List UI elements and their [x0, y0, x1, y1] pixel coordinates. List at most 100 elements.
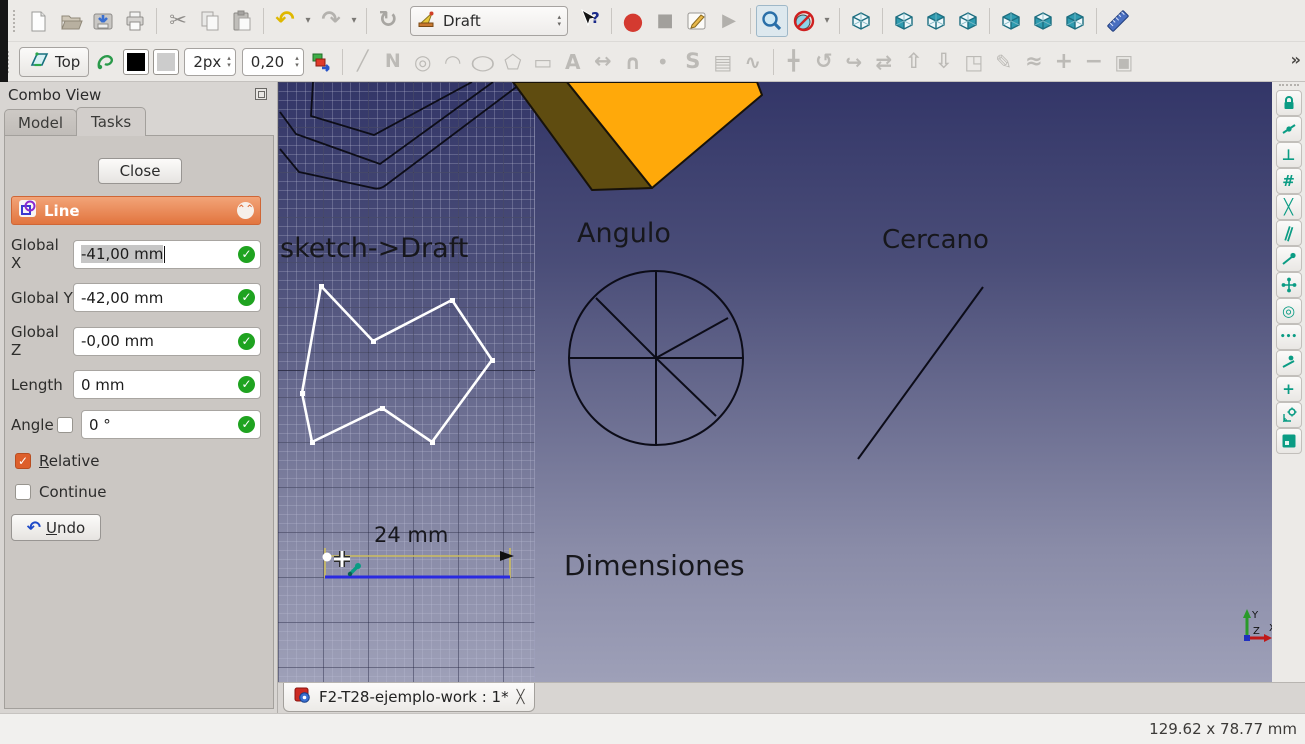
draft-text-icon[interactable]: A: [558, 47, 588, 77]
float-panel-icon[interactable]: [255, 88, 267, 100]
draft-delete-point-icon[interactable]: −: [1079, 47, 1109, 77]
cut-icon[interactable]: ✂: [162, 5, 194, 37]
draft-offset-icon[interactable]: ↪: [839, 47, 869, 77]
new-file-icon[interactable]: [23, 5, 55, 37]
draft-line-icon[interactable]: ╱: [348, 47, 378, 77]
draft-edit-icon[interactable]: ✎: [989, 47, 1019, 77]
line-task-header[interactable]: Line ⌃⌃: [11, 196, 261, 225]
angle-lock-checkbox[interactable]: [57, 416, 73, 433]
face-color-swatch[interactable]: [153, 48, 180, 75]
snap-extension-icon[interactable]: •••: [1275, 324, 1302, 350]
draft-rotate-icon[interactable]: ↺: [809, 47, 839, 77]
toolbar-overflow-button[interactable]: »: [1291, 50, 1301, 69]
draft-move-icon[interactable]: ╋: [779, 47, 809, 77]
dropdown-arrow-icon[interactable]: ▾: [820, 15, 834, 26]
construction-mode-icon[interactable]: [91, 47, 121, 77]
draft-scale-icon[interactable]: ◳: [959, 47, 989, 77]
toolbar-handle[interactable]: [13, 9, 20, 32]
print-icon[interactable]: [119, 5, 151, 37]
snap-ortho-icon[interactable]: +: [1275, 376, 1302, 402]
snap-endpoint-icon[interactable]: [1275, 246, 1302, 272]
view-right-icon[interactable]: [952, 5, 984, 37]
view-top-icon[interactable]: [920, 5, 952, 37]
draft-add-point-icon[interactable]: +: [1049, 47, 1079, 77]
collapse-task-icon[interactable]: ⌃⌃: [237, 202, 254, 219]
global-z-input[interactable]: -0,00 mm ✓: [73, 326, 261, 356]
save-icon[interactable]: [87, 5, 119, 37]
autogroup-icon[interactable]: [307, 47, 337, 77]
snap-intersection-icon[interactable]: ╳: [1275, 194, 1302, 220]
view-rear-icon[interactable]: [995, 5, 1027, 37]
document-tab[interactable]: F2-T28-ejemplo-work : 1* ╳: [283, 683, 536, 712]
angle-input[interactable]: 0 ° ✓: [81, 410, 261, 439]
continue-checkbox[interactable]: [15, 484, 31, 500]
paste-icon[interactable]: [226, 5, 258, 37]
dropdown-arrow-icon[interactable]: ▾: [347, 15, 361, 26]
global-x-input[interactable]: -41,00 mm ✓: [73, 239, 261, 269]
line-task-title: Line: [44, 201, 80, 220]
draft-circle-icon[interactable]: ◎: [408, 47, 438, 77]
draft-wire-to-bspline-icon[interactable]: ≈: [1019, 47, 1049, 77]
tab-model[interactable]: Model: [4, 109, 78, 136]
workbench-selector[interactable]: Draft ▴ ▾: [410, 5, 568, 36]
view-front-icon[interactable]: [888, 5, 920, 37]
snap-midpoint-icon[interactable]: [1275, 116, 1302, 142]
snap-special-icon[interactable]: [1275, 272, 1302, 298]
snap-parallel-icon[interactable]: ∥: [1275, 220, 1302, 246]
undo-button[interactable]: ↶ Undo: [11, 514, 101, 541]
open-file-icon[interactable]: [55, 5, 87, 37]
snap-dimensions-icon[interactable]: [1275, 402, 1302, 428]
dropdown-arrow-icon[interactable]: ▾: [301, 15, 315, 26]
redo-icon[interactable]: ↷: [315, 5, 347, 37]
draft-facebinder-icon[interactable]: ▤: [708, 47, 738, 77]
draft-dimension-icon[interactable]: ↔: [588, 47, 618, 77]
macro-record-icon[interactable]: ●: [617, 5, 649, 37]
draft-ellipse-icon[interactable]: ○: [468, 47, 498, 77]
zoom-fit-icon[interactable]: [756, 4, 788, 37]
length-input[interactable]: 0 mm ✓: [73, 370, 261, 399]
snap-center-icon[interactable]: ◎: [1275, 298, 1302, 324]
dimension-preview: [322, 548, 514, 579]
draft-polygon-icon[interactable]: ⬠: [498, 47, 528, 77]
close-task-button[interactable]: Close: [98, 158, 182, 184]
draft-bspline-icon[interactable]: ∩: [618, 47, 648, 77]
refresh-icon[interactable]: ↻: [372, 5, 404, 37]
view-left-icon[interactable]: [1059, 5, 1091, 37]
measure-distance-icon[interactable]: [1102, 5, 1134, 37]
whats-this-icon[interactable]: ?: [574, 5, 606, 37]
undo-icon[interactable]: ↶: [269, 5, 301, 37]
tab-tasks[interactable]: Tasks: [76, 107, 147, 136]
line-width-spinbox[interactable]: 2px ▴ ▾: [184, 47, 236, 76]
snap-grid-icon[interactable]: #: [1275, 168, 1302, 194]
line-color-swatch[interactable]: [123, 48, 150, 75]
close-document-icon[interactable]: ╳: [517, 690, 525, 705]
draft-point-icon[interactable]: •: [648, 47, 678, 77]
working-plane-button[interactable]: Top: [19, 46, 90, 77]
snap-workingplane-icon[interactable]: [1275, 428, 1302, 454]
valid-check-icon: ✓: [238, 416, 255, 433]
draft-downgrade-icon[interactable]: ⇩: [929, 47, 959, 77]
draft-wire-icon[interactable]: N: [378, 47, 408, 77]
draft-rectangle-icon[interactable]: ▭: [528, 47, 558, 77]
toolbar-handle[interactable]: [7, 50, 14, 73]
macro-play-icon[interactable]: ▶: [713, 5, 745, 37]
draft-shapestring-icon[interactable]: S: [678, 47, 708, 77]
draft-bezier-icon[interactable]: ∿: [738, 47, 768, 77]
draft-upgrade-icon[interactable]: ⇧: [899, 47, 929, 77]
draw-style-icon[interactable]: [788, 5, 820, 37]
snap-lock-icon[interactable]: [1275, 90, 1302, 116]
draft-arc-icon[interactable]: ◠: [438, 47, 468, 77]
macro-edit-icon[interactable]: [681, 5, 713, 37]
draft-shape2dview-icon[interactable]: ▣: [1109, 47, 1139, 77]
macro-stop-icon[interactable]: ■: [649, 5, 681, 37]
3d-viewport[interactable]: Y Z X sketch->Draft Angulo Cercano Dimen…: [278, 82, 1272, 682]
text-scale-spinbox[interactable]: 0,20 ▴ ▾: [241, 47, 304, 76]
copy-icon[interactable]: [194, 5, 226, 37]
relative-checkbox[interactable]: ✓: [15, 453, 31, 469]
snap-near-icon[interactable]: [1275, 350, 1302, 376]
view-axonometric-icon[interactable]: [845, 5, 877, 37]
global-y-input[interactable]: -42,00 mm ✓: [73, 283, 261, 312]
snap-perpendicular-icon[interactable]: ⊥: [1275, 142, 1302, 168]
view-bottom-icon[interactable]: [1027, 5, 1059, 37]
draft-trimex-icon[interactable]: ⇄: [869, 47, 899, 77]
